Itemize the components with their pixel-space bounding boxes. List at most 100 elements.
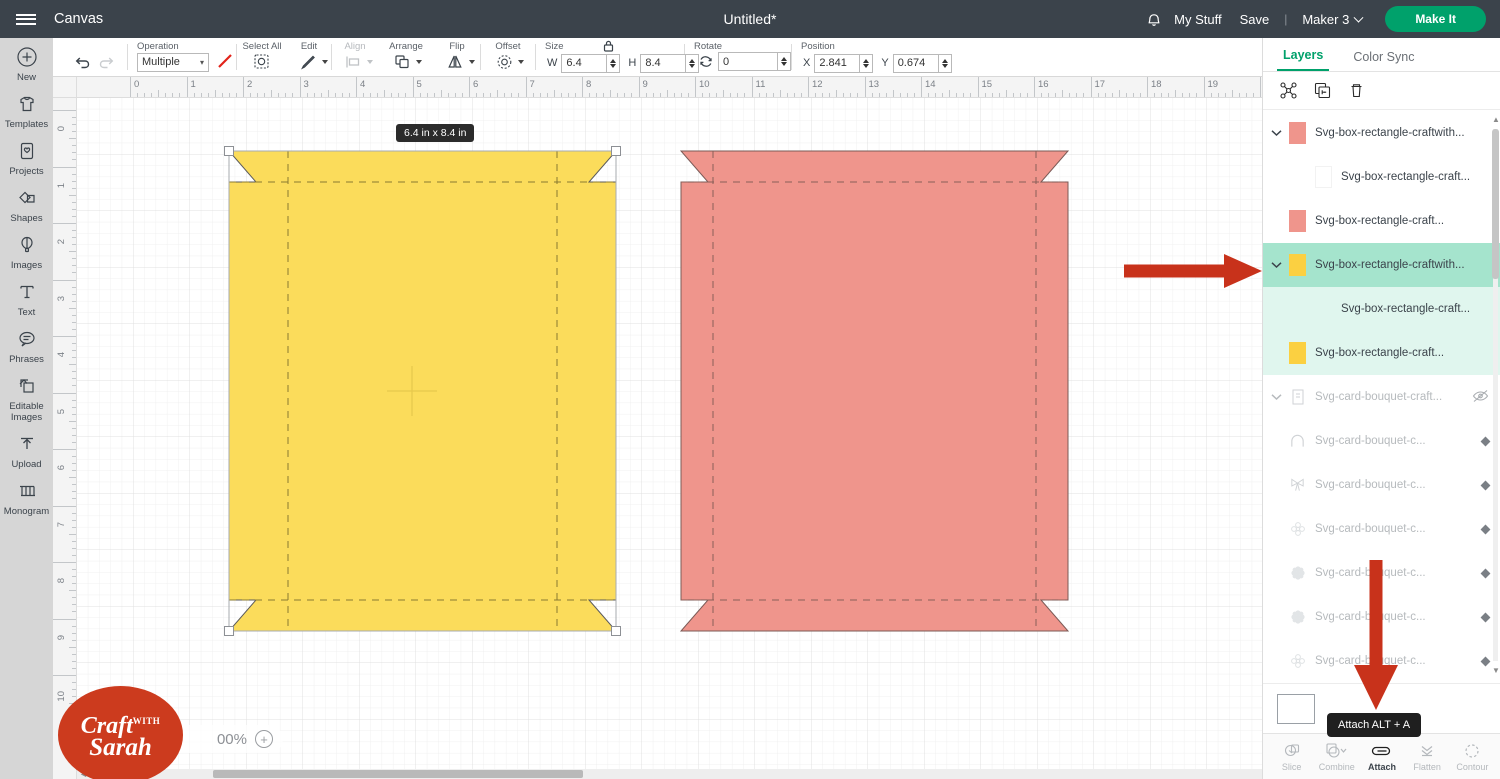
x-stepper[interactable] — [860, 53, 874, 73]
layer-color-swatch[interactable] — [1289, 210, 1306, 232]
save-button[interactable]: Save — [1231, 12, 1279, 27]
chevron-down-icon[interactable] — [518, 59, 524, 64]
layer-color-swatch[interactable] — [1315, 166, 1332, 188]
zoom-control[interactable]: 00% + — [113, 725, 283, 753]
height-input[interactable]: 8.4 — [640, 53, 687, 73]
layer-row[interactable]: Svg-box-rectangle-craft... — [1263, 287, 1500, 331]
layer-row[interactable]: Svg-box-rectangle-craft... — [1263, 199, 1500, 243]
arrange-icon[interactable] — [390, 51, 414, 73]
chevron-down-icon[interactable] — [322, 59, 328, 64]
resize-handle-tr[interactable] — [611, 146, 621, 156]
layer-row[interactable]: Svg-box-rectangle-craft... — [1263, 155, 1500, 199]
layer-visibility-dot[interactable] — [1480, 656, 1491, 666]
layer-visibility-dot[interactable] — [1480, 568, 1491, 578]
pencil-icon[interactable] — [296, 51, 320, 73]
canvas-horizontal-scrollbar[interactable]: ◄ — [77, 769, 1262, 779]
sidebar-item-shapes[interactable]: Shapes — [0, 185, 53, 224]
x-input[interactable]: 2.841 — [814, 53, 861, 73]
chevron-down-icon[interactable] — [1263, 261, 1289, 269]
sidebar-item-templates[interactable]: Templates — [0, 91, 53, 130]
layer-visibility-dot[interactable] — [1480, 480, 1491, 490]
operation-select[interactable]: Multiple ▾ — [137, 52, 209, 72]
offset-icon[interactable] — [492, 51, 516, 73]
layer-visibility-dot[interactable] — [1480, 436, 1491, 446]
layer-color-swatch[interactable] — [1289, 342, 1306, 364]
scroll-left-arrow-icon[interactable]: ◄ — [79, 769, 88, 779]
layer-row[interactable]: Svg-card-bouquet-c... — [1263, 595, 1500, 639]
trash-icon[interactable] — [1345, 80, 1367, 102]
tab-color-sync[interactable]: Color Sync — [1347, 50, 1420, 71]
operation-group: Operation Multiple ▾ — [128, 38, 236, 77]
canvas-grid[interactable]: 6.4 in x 8.4 in — [77, 98, 1262, 779]
scroll-down-arrow-icon[interactable]: ▼ — [1492, 666, 1500, 675]
y-stepper[interactable] — [938, 53, 952, 73]
sidebar-item-new[interactable]: New — [0, 44, 53, 83]
layer-visibility-dot[interactable] — [1480, 524, 1491, 534]
flatten-button[interactable]: Flatten — [1405, 742, 1449, 772]
layer-row[interactable]: Svg-card-bouquet-c... — [1263, 639, 1500, 683]
scrollbar-thumb[interactable] — [213, 770, 583, 778]
chevron-down-icon[interactable] — [1263, 393, 1289, 401]
resize-handle-bl[interactable] — [224, 626, 234, 636]
my-stuff-link[interactable]: My Stuff — [1165, 12, 1230, 27]
hamburger-menu-icon[interactable] — [0, 0, 52, 38]
canvas-artwork[interactable] — [77, 98, 1262, 779]
duplicate-icon[interactable] — [1311, 80, 1333, 102]
rotate-icon[interactable] — [694, 51, 718, 73]
layer-row[interactable]: Svg-box-rectangle-craftwith... — [1263, 111, 1500, 155]
layers-list[interactable]: Svg-box-rectangle-craftwith... Svg-box-re… — [1263, 111, 1500, 736]
eye-off-icon[interactable] — [1472, 389, 1489, 406]
notification-bell-icon[interactable] — [1143, 8, 1165, 30]
redo-icon[interactable] — [94, 51, 118, 73]
chevron-down-icon[interactable] — [416, 59, 422, 64]
rotate-stepper[interactable] — [778, 52, 791, 71]
chevron-down-icon[interactable] — [469, 59, 475, 64]
sidebar-label-shapes: Shapes — [10, 213, 43, 224]
y-input[interactable]: 0.674 — [892, 53, 939, 73]
select-all-icon[interactable] — [250, 51, 274, 73]
flip-icon[interactable] — [443, 51, 467, 73]
resize-handle-tl[interactable] — [224, 146, 234, 156]
layer-row[interactable]: Svg-card-bouquet-c... — [1263, 419, 1500, 463]
sidebar-item-editable-images[interactable]: Editable Images — [0, 373, 53, 423]
resize-handle-br[interactable] — [611, 626, 621, 636]
ruler-number: 7 — [56, 521, 67, 527]
contour-button[interactable]: Contour — [1450, 742, 1494, 772]
layers-scrollbar[interactable]: ▲ ▼ — [1492, 115, 1500, 675]
sidebar-item-phrases[interactable]: Phrases — [0, 326, 53, 365]
group-icon[interactable] — [1277, 80, 1299, 102]
layer-color-swatch[interactable] — [1277, 693, 1315, 724]
make-it-button[interactable]: Make It — [1385, 6, 1486, 32]
machine-selector[interactable]: Maker 3 — [1293, 12, 1371, 27]
operation-color-swatch[interactable] — [216, 52, 234, 73]
layer-row[interactable]: Svg-box-rectangle-craft... — [1263, 331, 1500, 375]
rotate-input[interactable]: 0 — [718, 52, 778, 71]
sidebar-item-text[interactable]: Text — [0, 279, 53, 318]
layer-row[interactable]: Svg-card-bouquet-craft... — [1263, 375, 1500, 419]
width-stepper[interactable] — [607, 53, 621, 73]
layer-color-swatch[interactable] — [1289, 122, 1306, 144]
layer-color-swatch[interactable] — [1289, 254, 1306, 276]
layer-row[interactable]: Svg-card-bouquet-c... — [1263, 463, 1500, 507]
sidebar-item-monogram[interactable]: Monogram — [0, 478, 53, 517]
layer-row[interactable]: Svg-card-bouquet-c... — [1263, 507, 1500, 551]
sidebar-item-upload[interactable]: Upload — [0, 431, 53, 470]
slice-button[interactable]: Slice — [1270, 742, 1314, 772]
design-canvas-area[interactable]: 01234567891011121314151617181920 0123456… — [53, 77, 1262, 779]
layer-row[interactable]: Svg-card-bouquet-c... — [1263, 551, 1500, 595]
layers-scroll-thumb[interactable] — [1492, 129, 1499, 279]
sidebar-item-images[interactable]: Images — [0, 232, 53, 271]
width-input[interactable]: 6.4 — [561, 53, 608, 73]
tab-layers[interactable]: Layers — [1277, 48, 1330, 71]
attach-button[interactable]: Attach — [1360, 742, 1404, 772]
zoom-in-icon[interactable]: + — [255, 730, 273, 748]
chevron-down-icon[interactable] — [1263, 129, 1289, 137]
ruler-tick — [949, 90, 951, 97]
layer-row[interactable]: Svg-box-rectangle-craftwith... — [1263, 243, 1500, 287]
scroll-up-arrow-icon[interactable]: ▲ — [1492, 115, 1500, 124]
combine-button[interactable]: Combine — [1315, 742, 1359, 772]
undo-icon[interactable] — [70, 51, 94, 73]
layer-visibility-dot[interactable] — [1480, 612, 1491, 622]
lock-closed-icon[interactable] — [602, 39, 615, 56]
sidebar-item-projects[interactable]: Projects — [0, 138, 53, 177]
